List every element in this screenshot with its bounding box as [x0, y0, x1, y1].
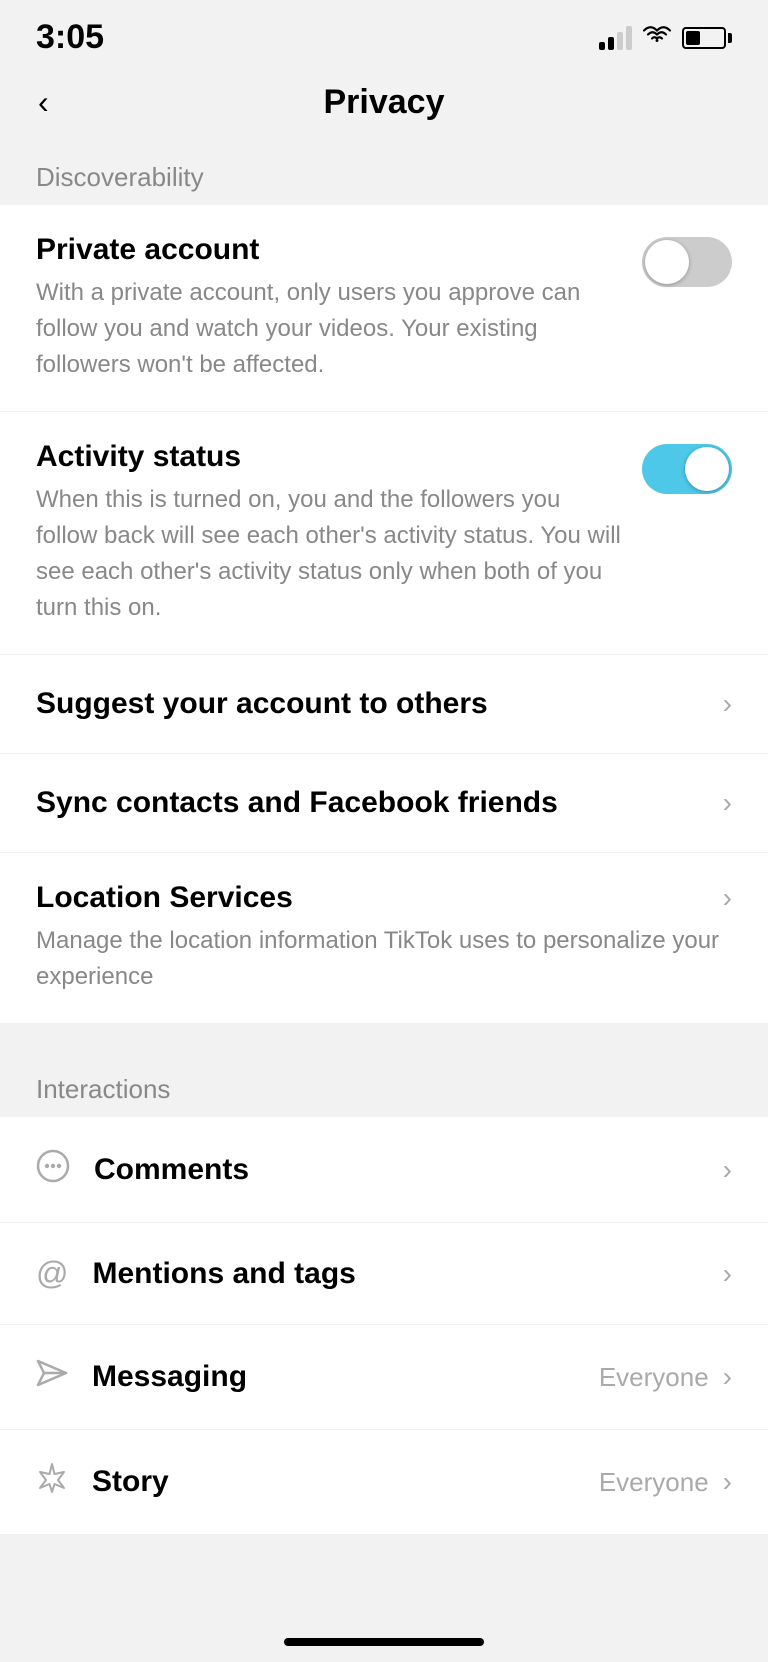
wifi-icon — [642, 23, 672, 52]
suggest-account-row[interactable]: Suggest your account to others › — [0, 655, 768, 754]
discoverability-section-label: Discoverability — [0, 142, 768, 205]
mentions-tags-chevron: › — [723, 1258, 732, 1290]
comment-icon — [36, 1149, 70, 1190]
messaging-icon — [36, 1357, 68, 1397]
back-button[interactable]: ‹ — [30, 76, 57, 129]
location-services-title: Location Services — [36, 881, 293, 915]
private-account-toggle[interactable] — [642, 237, 732, 287]
interactions-card: Comments › @ Mentions and tags › Messagi… — [0, 1117, 768, 1534]
battery-icon — [682, 27, 732, 49]
discoverability-card: Private account With a private account, … — [0, 205, 768, 1024]
interactions-section-label: Interactions — [0, 1054, 768, 1117]
suggest-account-title: Suggest your account to others — [36, 687, 715, 721]
mentions-tags-title: Mentions and tags — [92, 1257, 714, 1291]
story-chevron: › — [723, 1466, 732, 1498]
location-services-row[interactable]: Location Services › Manage the location … — [0, 853, 768, 1024]
activity-status-desc: When this is turned on, you and the foll… — [36, 482, 622, 626]
messaging-value: Everyone — [599, 1362, 709, 1393]
story-value: Everyone — [599, 1467, 709, 1498]
private-account-desc: With a private account, only users you a… — [36, 275, 622, 383]
status-time: 3:05 — [36, 18, 104, 57]
location-services-desc: Manage the location information TikTok u… — [36, 923, 732, 995]
status-bar: 3:05 — [0, 0, 768, 67]
location-services-chevron: › — [723, 882, 732, 914]
page-title: Privacy — [324, 83, 445, 122]
activity-status-item: Activity status When this is turned on, … — [0, 412, 768, 655]
home-indicator — [284, 1638, 484, 1646]
comments-row[interactable]: Comments › — [0, 1117, 768, 1223]
mentions-tags-row[interactable]: @ Mentions and tags › — [0, 1223, 768, 1325]
page-header: ‹ Privacy — [0, 67, 768, 142]
story-title: Story — [92, 1465, 599, 1499]
comments-chevron: › — [723, 1154, 732, 1186]
private-account-item: Private account With a private account, … — [0, 205, 768, 412]
comments-title: Comments — [94, 1153, 715, 1187]
story-row[interactable]: Story Everyone › — [0, 1430, 768, 1534]
messaging-title: Messaging — [92, 1360, 599, 1394]
suggest-account-chevron: › — [723, 688, 732, 720]
story-icon — [36, 1462, 68, 1502]
section-gap — [0, 1024, 768, 1054]
sync-contacts-chevron: › — [723, 787, 732, 819]
messaging-chevron: › — [723, 1361, 732, 1393]
activity-status-toggle[interactable] — [642, 444, 732, 494]
signal-icon — [599, 26, 632, 50]
activity-status-title: Activity status — [36, 440, 622, 474]
sync-contacts-title: Sync contacts and Facebook friends — [36, 786, 715, 820]
messaging-row[interactable]: Messaging Everyone › — [0, 1325, 768, 1430]
status-icons — [599, 23, 732, 52]
sync-contacts-row[interactable]: Sync contacts and Facebook friends › — [0, 754, 768, 853]
bottom-spacer — [0, 1534, 768, 1614]
private-account-title: Private account — [36, 233, 622, 267]
mention-icon: @ — [36, 1255, 68, 1292]
